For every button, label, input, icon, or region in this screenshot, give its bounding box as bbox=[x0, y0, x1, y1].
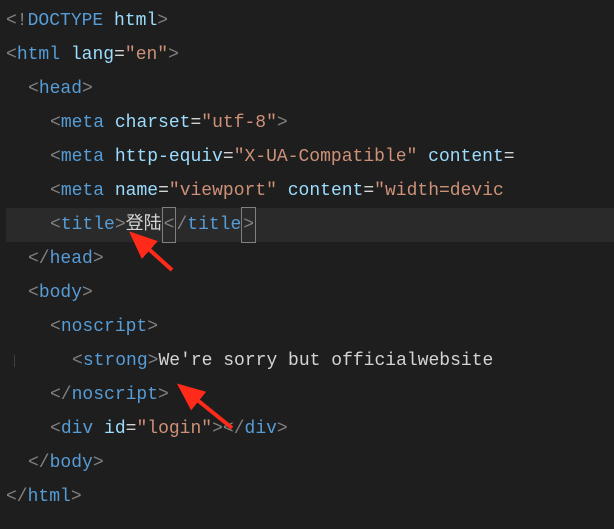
eq: = bbox=[223, 140, 234, 174]
punct: < bbox=[28, 72, 39, 106]
punct: < bbox=[72, 344, 83, 378]
code-line: </html> bbox=[6, 480, 614, 514]
eq: = bbox=[504, 140, 515, 174]
punct: > bbox=[158, 378, 169, 412]
code-line: </noscript> bbox=[6, 378, 614, 412]
attr: content bbox=[428, 140, 504, 174]
tag-name: strong bbox=[83, 344, 148, 378]
tag-name: body bbox=[50, 446, 93, 480]
punct: > bbox=[71, 480, 82, 514]
tag-name: html bbox=[17, 38, 60, 72]
punct: > bbox=[148, 344, 159, 378]
punct: </ bbox=[28, 242, 50, 276]
val: "utf-8" bbox=[201, 106, 277, 140]
punct: > bbox=[93, 242, 104, 276]
code-line: </head> bbox=[6, 242, 614, 276]
punct: > bbox=[82, 276, 93, 310]
tag-name: meta bbox=[61, 106, 104, 140]
eq: = bbox=[363, 174, 374, 208]
punct: > bbox=[82, 72, 93, 106]
code-line: <noscript> bbox=[6, 310, 614, 344]
tag-name: meta bbox=[61, 174, 104, 208]
tag-name: head bbox=[39, 72, 82, 106]
punct: </ bbox=[223, 412, 245, 446]
code-line: <html lang="en"> bbox=[6, 38, 614, 72]
tag-name: div bbox=[245, 412, 277, 446]
code-line: <body> bbox=[6, 276, 614, 310]
punct: > bbox=[212, 412, 223, 446]
punct: < bbox=[28, 276, 39, 310]
tag-name: head bbox=[50, 242, 93, 276]
code-line: <meta charset="utf-8"> bbox=[6, 106, 614, 140]
code-editor[interactable]: <!DOCTYPE html> <html lang="en"> <head> … bbox=[0, 0, 614, 514]
attr: charset bbox=[115, 106, 191, 140]
punct: / bbox=[176, 208, 187, 242]
code-line: </body> bbox=[6, 446, 614, 480]
tag-name: DOCTYPE bbox=[28, 4, 104, 38]
code-line: <strong>We're sorry but officialwebsite bbox=[6, 344, 614, 378]
punct: > bbox=[277, 106, 288, 140]
punct: < bbox=[50, 174, 61, 208]
eq: = bbox=[158, 174, 169, 208]
code-line: <head> bbox=[6, 72, 614, 106]
eq: = bbox=[114, 38, 125, 72]
eq: = bbox=[126, 412, 137, 446]
val: "width=devic bbox=[374, 174, 504, 208]
punct: < bbox=[50, 412, 61, 446]
code-line-active: <title>登陆</title> bbox=[6, 208, 614, 242]
tag-name: title bbox=[187, 208, 241, 242]
val: "X-UA-Compatible" bbox=[234, 140, 418, 174]
punct: < bbox=[50, 208, 61, 242]
tag-name: noscript bbox=[61, 310, 147, 344]
tag-name: body bbox=[39, 276, 82, 310]
punct: > bbox=[277, 412, 288, 446]
val: "viewport" bbox=[169, 174, 277, 208]
attr: lang bbox=[71, 38, 114, 72]
val: "login" bbox=[136, 412, 212, 446]
punct: > bbox=[93, 446, 104, 480]
text-content: We're sorry but officialwebsite bbox=[158, 344, 493, 378]
punct: > bbox=[168, 38, 179, 72]
val: "en" bbox=[125, 38, 168, 72]
tag-name: div bbox=[61, 412, 93, 446]
punct: <! bbox=[6, 4, 28, 38]
punct: < bbox=[50, 106, 61, 140]
punct: < bbox=[6, 38, 17, 72]
attr: id bbox=[104, 412, 126, 446]
code-line: <div id="login"></div> bbox=[6, 412, 614, 446]
punct: < bbox=[164, 215, 175, 235]
punct: </ bbox=[50, 378, 72, 412]
punct: </ bbox=[28, 446, 50, 480]
tag-name: html bbox=[28, 480, 71, 514]
punct: > bbox=[157, 4, 168, 38]
code-line: <meta name="viewport" content="width=dev… bbox=[6, 174, 614, 208]
tag-name: meta bbox=[61, 140, 104, 174]
punct: > bbox=[147, 310, 158, 344]
attr: html bbox=[114, 4, 157, 38]
tag-name: title bbox=[61, 208, 115, 242]
punct: </ bbox=[6, 480, 28, 514]
attr: http-equiv bbox=[115, 140, 223, 174]
attr: content bbox=[288, 174, 364, 208]
punct: < bbox=[50, 310, 61, 344]
punct: < bbox=[50, 140, 61, 174]
code-line: <!DOCTYPE html> bbox=[6, 4, 614, 38]
punct: > bbox=[243, 215, 254, 235]
text-content: 登陆 bbox=[126, 208, 162, 242]
punct: > bbox=[115, 208, 126, 242]
eq: = bbox=[190, 106, 201, 140]
tag-name: noscript bbox=[72, 378, 158, 412]
code-line: <meta http-equiv="X-UA-Compatible" conte… bbox=[6, 140, 614, 174]
attr: name bbox=[115, 174, 158, 208]
